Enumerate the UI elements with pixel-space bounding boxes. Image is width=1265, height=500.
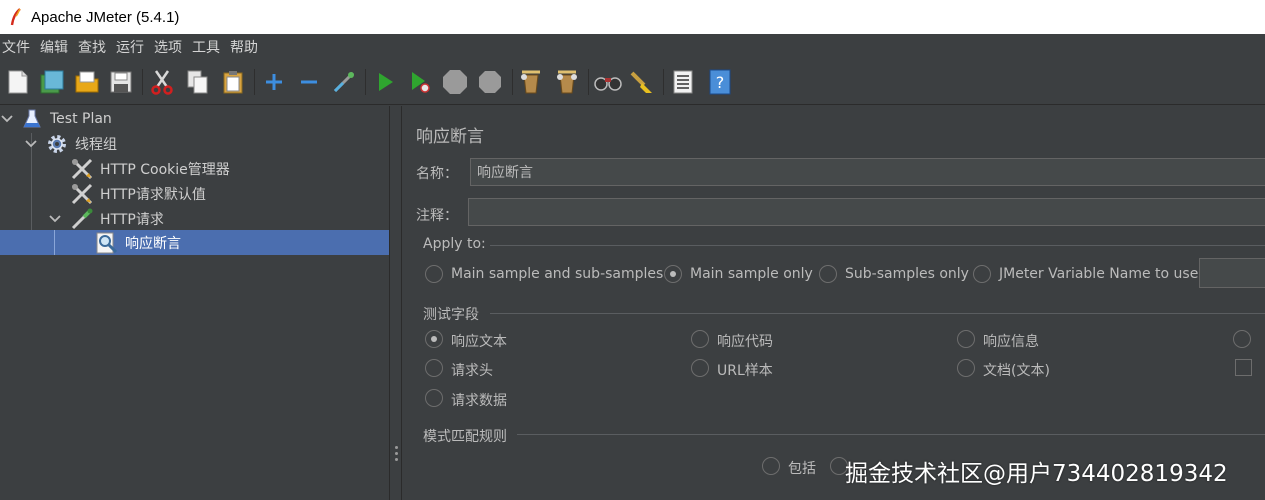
section-divider	[490, 313, 1265, 314]
test-field-title: 测试字段	[423, 307, 479, 323]
rule-contains-label: 包括	[788, 461, 816, 477]
field-document-radio[interactable]	[957, 359, 975, 377]
menu-bar: 文件 编辑 查找 运行 选项 工具 帮助	[0, 34, 1265, 59]
variable-name-input[interactable]	[1199, 258, 1265, 288]
watermark: 掘金技术社区@用户734402819342	[845, 461, 1228, 487]
templates-icon[interactable]	[37, 67, 67, 97]
tree-item-label: HTTP Cookie管理器	[100, 161, 230, 178]
tree-item-label: HTTP请求	[100, 211, 164, 228]
field-response-headers-radio[interactable]	[1233, 330, 1251, 348]
chevron-down-icon[interactable]	[49, 213, 61, 225]
apply-main-only-label: Main sample only	[690, 266, 813, 282]
name-field[interactable]: 响应断言	[470, 158, 1265, 186]
field-document-label: 文档(文本)	[983, 363, 1050, 379]
tree-item-thread-group[interactable]: 线程组	[0, 131, 389, 156]
tree-item-response-assertion[interactable]: 响应断言	[0, 230, 389, 255]
drag-handle-icon[interactable]	[395, 446, 398, 461]
field-response-text-radio[interactable]	[425, 330, 443, 348]
apply-to-title: Apply to:	[423, 236, 486, 252]
section-divider	[490, 245, 1265, 246]
field-response-text-label: 响应文本	[451, 334, 507, 350]
menu-edit[interactable]: 编辑	[40, 37, 68, 57]
field-response-code-label: 响应代码	[717, 334, 773, 350]
tree-item-test-plan[interactable]: Test Plan	[0, 106, 389, 131]
comment-label: 注释：	[416, 208, 458, 224]
tree-item-cookie-manager[interactable]: HTTP Cookie管理器	[0, 156, 389, 181]
rule-contains-radio[interactable]	[762, 457, 780, 475]
cut-icon[interactable]	[147, 67, 177, 97]
copy-icon[interactable]	[183, 67, 213, 97]
start-no-pauses-icon[interactable]	[405, 67, 435, 97]
apply-main-only-radio[interactable]	[664, 265, 682, 283]
tree-item-label: Test Plan	[50, 110, 112, 127]
menu-search[interactable]: 查找	[78, 37, 106, 57]
flask-icon	[20, 107, 44, 131]
apply-main-and-sub-radio[interactable]	[425, 265, 443, 283]
sampler-pipette-icon	[70, 207, 94, 231]
start-icon[interactable]	[370, 67, 400, 97]
field-url-sampled-label: URL样本	[717, 363, 773, 379]
assertion-magnifier-icon	[95, 231, 119, 255]
collapse-icon[interactable]	[294, 67, 324, 97]
gear-icon	[45, 132, 69, 156]
reset-search-icon[interactable]	[627, 67, 657, 97]
apply-variable-radio[interactable]	[973, 265, 991, 283]
new-icon[interactable]	[3, 67, 33, 97]
menu-help[interactable]: 帮助	[230, 37, 258, 57]
field-response-message-radio[interactable]	[957, 330, 975, 348]
open-icon[interactable]	[72, 67, 102, 97]
stop-icon[interactable]	[440, 67, 470, 97]
shutdown-icon[interactable]	[475, 67, 505, 97]
menu-tools[interactable]: 工具	[192, 37, 220, 57]
section-divider	[517, 434, 1265, 435]
save-icon[interactable]	[106, 67, 136, 97]
config-tools-icon	[70, 157, 94, 181]
toggle-icon[interactable]	[329, 67, 359, 97]
page-title: 响应断言	[416, 127, 484, 147]
field-response-message-label: 响应信息	[983, 334, 1039, 350]
clear-all-icon[interactable]	[552, 67, 582, 97]
tree-item-label: 线程组	[75, 136, 117, 153]
ignore-status-checkbox[interactable]	[1235, 359, 1252, 376]
field-url-sampled-radio[interactable]	[691, 359, 709, 377]
toolbar: ?	[0, 59, 1265, 105]
search-icon[interactable]	[593, 67, 623, 97]
menu-options[interactable]: 选项	[154, 37, 182, 57]
window-title: Apache JMeter (5.4.1)	[31, 8, 180, 26]
apply-variable-label: JMeter Variable Name to use	[999, 266, 1199, 282]
tree-item-http-request[interactable]: HTTP请求	[0, 206, 389, 231]
menu-file[interactable]: 文件	[2, 37, 30, 57]
apply-sub-only-radio[interactable]	[819, 265, 837, 283]
config-tools-icon	[70, 182, 94, 206]
jmeter-feather-icon	[7, 8, 25, 26]
field-response-code-radio[interactable]	[691, 330, 709, 348]
field-request-headers-radio[interactable]	[425, 359, 443, 377]
function-helper-icon[interactable]	[668, 67, 698, 97]
pattern-rules-title: 模式匹配规则	[423, 429, 507, 445]
tree-item-label: 响应断言	[125, 235, 181, 252]
tree-item-http-defaults[interactable]: HTTP请求默认值	[0, 181, 389, 206]
field-request-data-label: 请求数据	[451, 393, 507, 409]
help-icon[interactable]: ?	[705, 67, 735, 97]
title-bar: Apache JMeter (5.4.1)	[0, 0, 1265, 34]
clear-icon[interactable]	[516, 67, 546, 97]
tree-item-label: HTTP请求默认值	[100, 186, 206, 203]
menu-run[interactable]: 运行	[116, 37, 144, 57]
apply-main-and-sub-label: Main sample and sub-samples	[451, 266, 664, 282]
field-request-data-radio[interactable]	[425, 389, 443, 407]
chevron-down-icon[interactable]	[1, 113, 13, 125]
test-plan-tree: Test Plan 线程组 HTTP Cookie管理器 HTTP请求默认值 H…	[0, 106, 389, 500]
response-assertion-panel: 响应断言 名称： 响应断言 注释： Apply to: Main sample …	[402, 106, 1265, 500]
paste-icon[interactable]	[218, 67, 248, 97]
split-pane-divider[interactable]	[389, 106, 402, 500]
comment-field[interactable]	[468, 198, 1265, 226]
chevron-down-icon[interactable]	[25, 138, 37, 150]
tree-guide-line	[54, 230, 55, 255]
expand-icon[interactable]	[259, 67, 289, 97]
svg-text:?: ?	[716, 73, 725, 92]
apply-sub-only-label: Sub-samples only	[845, 266, 969, 282]
name-label: 名称：	[416, 166, 458, 182]
field-request-headers-label: 请求头	[451, 363, 493, 379]
